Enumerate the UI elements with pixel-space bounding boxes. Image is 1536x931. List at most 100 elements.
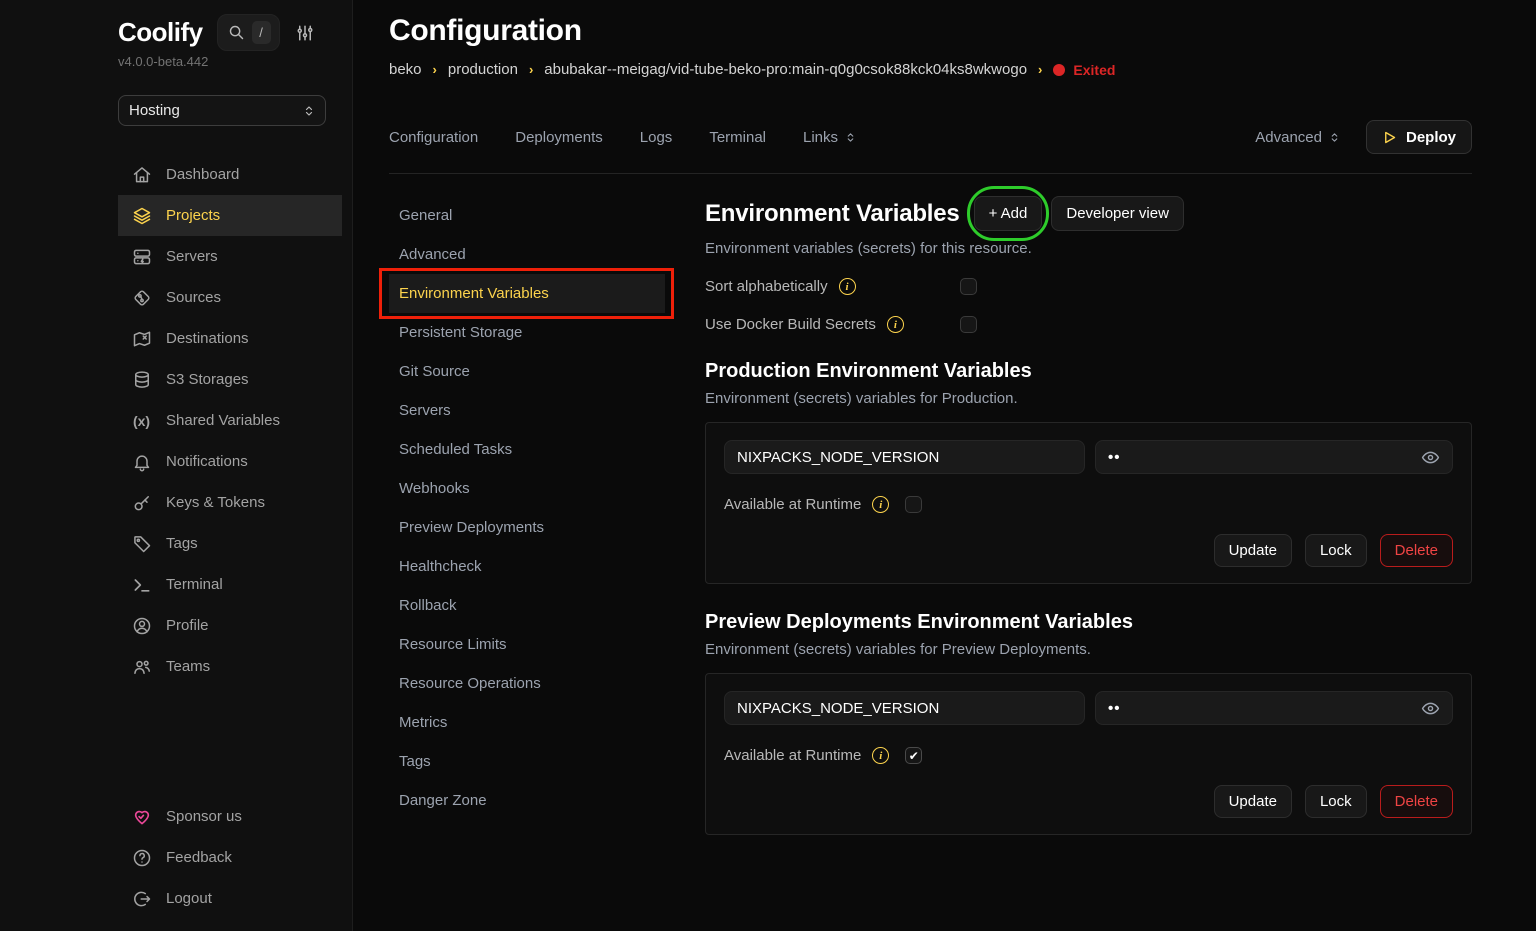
sidebar-item-sponsor[interactable]: Sponsor us (118, 796, 342, 837)
docker-build-secrets-checkbox[interactable]: ✔ (960, 316, 977, 333)
subnav-item-resource-limits[interactable]: Resource Limits (389, 625, 665, 664)
breadcrumb-resource[interactable]: abubakar--meigag/vid-tube-beko-pro:main-… (544, 61, 1027, 78)
sidebar-item-keys-tokens[interactable]: Keys & Tokens (118, 482, 342, 523)
breadcrumb-environment[interactable]: production (448, 61, 518, 78)
env-var-name-input[interactable] (724, 440, 1085, 474)
subnav-item-danger-zone[interactable]: Danger Zone (389, 781, 665, 820)
env-var-actions: Update Lock Delete (724, 785, 1453, 818)
developer-view-button[interactable]: Developer view (1051, 196, 1184, 231)
sidebar-item-logout[interactable]: Logout (118, 878, 342, 919)
subnav-item-healthcheck[interactable]: Healthcheck (389, 547, 665, 586)
subnav-item-persistent-storage[interactable]: Persistent Storage (389, 313, 665, 352)
sidebar-item-notifications[interactable]: Notifications (118, 441, 342, 482)
env-var-masked-value: •• (1108, 449, 1121, 466)
env-var-value-input[interactable]: •• (1095, 440, 1453, 474)
subnav-item-tags[interactable]: Tags (389, 742, 665, 781)
advanced-label: Advanced (1255, 129, 1322, 146)
env-subtitle: Environment variables (secrets) for this… (705, 240, 1472, 257)
sort-alphabetically-checkbox[interactable]: ✔ (960, 278, 977, 295)
tab-configuration[interactable]: Configuration (389, 129, 478, 146)
team-selector[interactable]: Hosting (118, 95, 326, 126)
env-var-masked-value: •• (1108, 700, 1121, 717)
subnav-item-environment-variables[interactable]: Environment Variables (389, 274, 665, 313)
deploy-label: Deploy (1406, 129, 1456, 146)
update-button[interactable]: Update (1214, 785, 1292, 818)
settings-sliders-icon[interactable] (296, 24, 314, 42)
sidebar-item-terminal[interactable]: Terminal (118, 564, 342, 605)
sidebar-item-teams[interactable]: Teams (118, 646, 342, 687)
sidebar-item-label: Feedback (166, 849, 232, 866)
eye-icon[interactable] (1421, 699, 1440, 718)
sidebar-item-tags[interactable]: Tags (118, 523, 342, 564)
search-button[interactable]: / (217, 14, 280, 51)
subnav-item-label: Environment Variables (399, 285, 549, 302)
delete-button[interactable]: Delete (1380, 534, 1453, 567)
chevron-updown-icon (845, 131, 856, 144)
info-icon[interactable]: i (839, 278, 856, 295)
add-button[interactable]: + Add (974, 196, 1043, 231)
sidebar-item-label: Keys & Tokens (166, 494, 265, 511)
sidebar-item-s3-storages[interactable]: S3 Storages (118, 359, 342, 400)
env-var-value-input[interactable]: •• (1095, 691, 1453, 725)
update-button[interactable]: Update (1214, 534, 1292, 567)
deploy-button[interactable]: Deploy (1366, 120, 1472, 154)
env-var-card-production: •• Available at Runtime i ✔ Update Lock … (705, 422, 1472, 584)
env-title: Environment Variables (705, 200, 960, 228)
home-icon (131, 165, 152, 185)
sidebar-item-destinations[interactable]: Destinations (118, 318, 342, 359)
play-icon (1382, 130, 1397, 145)
lock-button[interactable]: Lock (1305, 534, 1367, 567)
breadcrumb: beko › production › abubakar--meigag/vid… (389, 61, 1472, 78)
subnav-item-advanced[interactable]: Advanced (389, 235, 665, 274)
delete-button[interactable]: Delete (1380, 785, 1453, 818)
info-icon[interactable]: i (872, 496, 889, 513)
search-icon (228, 24, 245, 41)
tab-logs[interactable]: Logs (640, 129, 673, 146)
search-shortcut-key: / (252, 21, 271, 44)
available-at-runtime-checkbox[interactable]: ✔ (905, 747, 922, 764)
available-at-runtime-row: Available at Runtime i ✔ (724, 496, 1453, 513)
configuration-content: General Advanced Environment Variables P… (389, 196, 1472, 931)
users-icon (131, 657, 152, 677)
subnav-item-general[interactable]: General (389, 196, 665, 235)
sidebar-item-projects[interactable]: Projects (118, 195, 342, 236)
eye-icon[interactable] (1421, 448, 1440, 467)
app-version: v4.0.0-beta.442 (118, 54, 342, 69)
tab-terminal[interactable]: Terminal (709, 129, 766, 146)
sidebar-item-dashboard[interactable]: Dashboard (118, 154, 342, 195)
tag-icon (131, 534, 152, 554)
sidebar-footer: Sponsor us Feedback Logout (118, 796, 342, 919)
subnav-item-webhooks[interactable]: Webhooks (389, 469, 665, 508)
subnav-item-servers[interactable]: Servers (389, 391, 665, 430)
sidebar-item-label: Projects (166, 207, 220, 224)
help-icon (131, 848, 152, 868)
subnav-item-resource-operations[interactable]: Resource Operations (389, 664, 665, 703)
subnav-item-preview-deployments[interactable]: Preview Deployments (389, 508, 665, 547)
lock-button[interactable]: Lock (1305, 785, 1367, 818)
info-icon[interactable]: i (887, 316, 904, 333)
tabs-divider (389, 173, 1472, 174)
subnav-item-git-source[interactable]: Git Source (389, 352, 665, 391)
sidebar-item-profile[interactable]: Profile (118, 605, 342, 646)
variable-icon: (x) (131, 413, 152, 429)
env-var-name-input[interactable] (724, 691, 1085, 725)
sidebar-item-sources[interactable]: Sources (118, 277, 342, 318)
available-at-runtime-checkbox[interactable]: ✔ (905, 496, 922, 513)
subnav-item-scheduled-tasks[interactable]: Scheduled Tasks (389, 430, 665, 469)
advanced-dropdown[interactable]: Advanced (1255, 129, 1340, 146)
tabs-row: Configuration Deployments Logs Terminal … (389, 120, 1472, 154)
chevron-right-icon: › (529, 62, 533, 77)
tab-links-dropdown[interactable]: Links (803, 129, 856, 146)
subnav-item-rollback[interactable]: Rollback (389, 586, 665, 625)
tab-deployments[interactable]: Deployments (515, 129, 603, 146)
sidebar-item-servers[interactable]: Servers (118, 236, 342, 277)
breadcrumb-team[interactable]: beko (389, 61, 422, 78)
sidebar-item-label: Terminal (166, 576, 223, 593)
sidebar-item-feedback[interactable]: Feedback (118, 837, 342, 878)
sidebar-item-shared-variables[interactable]: (x) Shared Variables (118, 400, 342, 441)
env-var-card-preview: •• Available at Runtime i ✔ Update Lock … (705, 673, 1472, 835)
preview-section-subtitle: Environment (secrets) variables for Prev… (705, 641, 1472, 658)
subnav-item-metrics[interactable]: Metrics (389, 703, 665, 742)
info-icon[interactable]: i (872, 747, 889, 764)
sidebar-item-label: Destinations (166, 330, 249, 347)
